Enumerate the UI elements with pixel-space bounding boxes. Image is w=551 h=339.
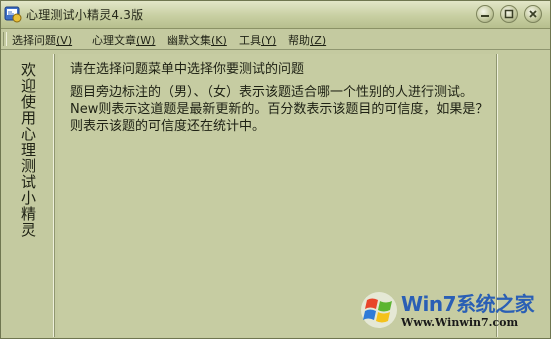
watermark-brand: Win7系统之家 <box>401 292 535 316</box>
content-description: 题目旁边标注的（男）、（女）表示该题适合哪一个性别的人进行测试。New则表示这道… <box>70 85 489 134</box>
welcome-vertical-text: 欢迎使用心理测试小精灵 <box>21 61 37 239</box>
menu-help[interactable]: 帮助(Z) <box>288 32 326 48</box>
menu-select-question[interactable]: 选择问题(V) <box>12 32 72 48</box>
menu-bar: 选择问题(V) 心理文章(W) 幽默文集(K) 工具(Y) 帮助(Z) <box>1 29 550 50</box>
welcome-sidebar: 欢迎使用心理测试小精灵 <box>7 54 55 337</box>
content-heading: 请在选择问题菜单中选择你要测试的问题 <box>70 62 305 77</box>
menu-humor-collection[interactable]: 幽默文集(K) <box>167 32 227 48</box>
menu-psychology-articles[interactable]: 心理文章(W) <box>92 32 155 48</box>
app-logo-icon <box>4 6 22 23</box>
title-bar[interactable]: 心理测试小精灵4.3版 <box>1 1 550 29</box>
minimize-icon <box>481 15 489 17</box>
watermark: Win7系统之家 Www.Winwin7.com <box>359 286 549 338</box>
menu-grip <box>3 32 7 46</box>
maximize-button[interactable] <box>500 5 518 23</box>
watermark-url: Www.Winwin7.com <box>401 316 519 329</box>
menu-tools[interactable]: 工具(Y) <box>239 32 276 48</box>
windows-logo-icon <box>361 292 397 328</box>
close-button[interactable] <box>524 5 542 23</box>
window-title: 心理测试小精灵4.3版 <box>26 8 144 22</box>
maximize-icon <box>504 9 514 19</box>
close-icon <box>529 10 537 18</box>
app-window: 心理测试小精灵4.3版 选择问题(V) 心理文章(W) 幽默文集(K) 工具(Y… <box>0 0 551 339</box>
minimize-button[interactable] <box>476 5 494 23</box>
